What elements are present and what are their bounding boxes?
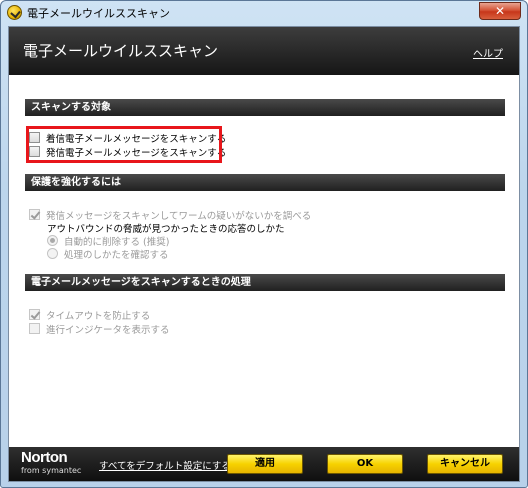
- cancel-button[interactable]: キャンセル: [427, 454, 503, 474]
- page-title: 電子メールウイルススキャン: [23, 42, 219, 60]
- section-processing-header: 電子メールメッセージをスキャンするときの処理: [25, 274, 505, 291]
- section-scan-target-header: スキャンする対象: [25, 99, 505, 116]
- outbound-heading: アウトバウンドの脅威が見つかったときの応答のしかた: [47, 223, 285, 235]
- radio-auto-delete-label: 自動的に削除する (推奨): [64, 236, 170, 248]
- title-bar[interactable]: 電子メールウイルススキャン ✕: [1, 1, 527, 25]
- footer-bar: Norton from symantec すべてをデフォルト設定にする 適用 O…: [9, 447, 519, 481]
- norton-logo: Norton from symantec: [21, 449, 82, 476]
- radio-ask-label: 処理のしかたを確認する: [64, 249, 169, 261]
- outbound-heading-row: アウトバウンドの脅威が見つかったときの応答のしかた: [47, 221, 285, 235]
- help-link[interactable]: ヘルプ: [473, 45, 503, 60]
- ok-button[interactable]: OK: [327, 454, 403, 474]
- norton-logo-sub: from symantec: [21, 466, 82, 475]
- timeout-option[interactable]: タイムアウトを防止する: [29, 308, 151, 322]
- timeout-label: タイムアウトを防止する: [46, 310, 151, 322]
- radio-ask-option[interactable]: 処理のしかたを確認する: [47, 247, 169, 261]
- worm-check-checkbox[interactable]: [29, 209, 40, 220]
- timeout-checkbox[interactable]: [29, 309, 40, 320]
- section-protection-header: 保護を強化するには: [25, 174, 505, 191]
- restore-defaults-link[interactable]: すべてをデフォルト設定にする: [99, 458, 231, 472]
- progress-checkbox[interactable]: [29, 323, 40, 334]
- progress-option[interactable]: 進行インジケータを表示する: [29, 322, 170, 336]
- dialog-content: 電子メールウイルススキャン ヘルプ スキャンする対象 着信電子メールメッセージを…: [8, 26, 520, 482]
- radio-ask[interactable]: [47, 248, 58, 259]
- page-header: 電子メールウイルススキャン ヘルプ: [9, 27, 519, 75]
- worm-check-label: 発信メッセージをスキャンしてワームの疑いがないかを調べる: [46, 210, 312, 222]
- close-button[interactable]: ✕: [479, 2, 521, 20]
- norton-check-icon: [7, 5, 22, 20]
- norton-logo-word: Norton: [21, 449, 68, 466]
- radio-auto-delete[interactable]: [47, 235, 58, 246]
- worm-check-option[interactable]: 発信メッセージをスキャンしてワームの疑いがないかを調べる: [29, 208, 312, 222]
- radio-auto-delete-option[interactable]: 自動的に削除する (推奨): [47, 234, 170, 248]
- highlight-box: [26, 126, 222, 163]
- progress-label: 進行インジケータを表示する: [46, 324, 170, 336]
- apply-button[interactable]: 適用: [227, 454, 303, 474]
- dialog-window: 電子メールウイルススキャン ✕ 電子メールウイルススキャン ヘルプ スキャンする…: [0, 0, 528, 488]
- window-title: 電子メールウイルススキャン: [27, 7, 170, 20]
